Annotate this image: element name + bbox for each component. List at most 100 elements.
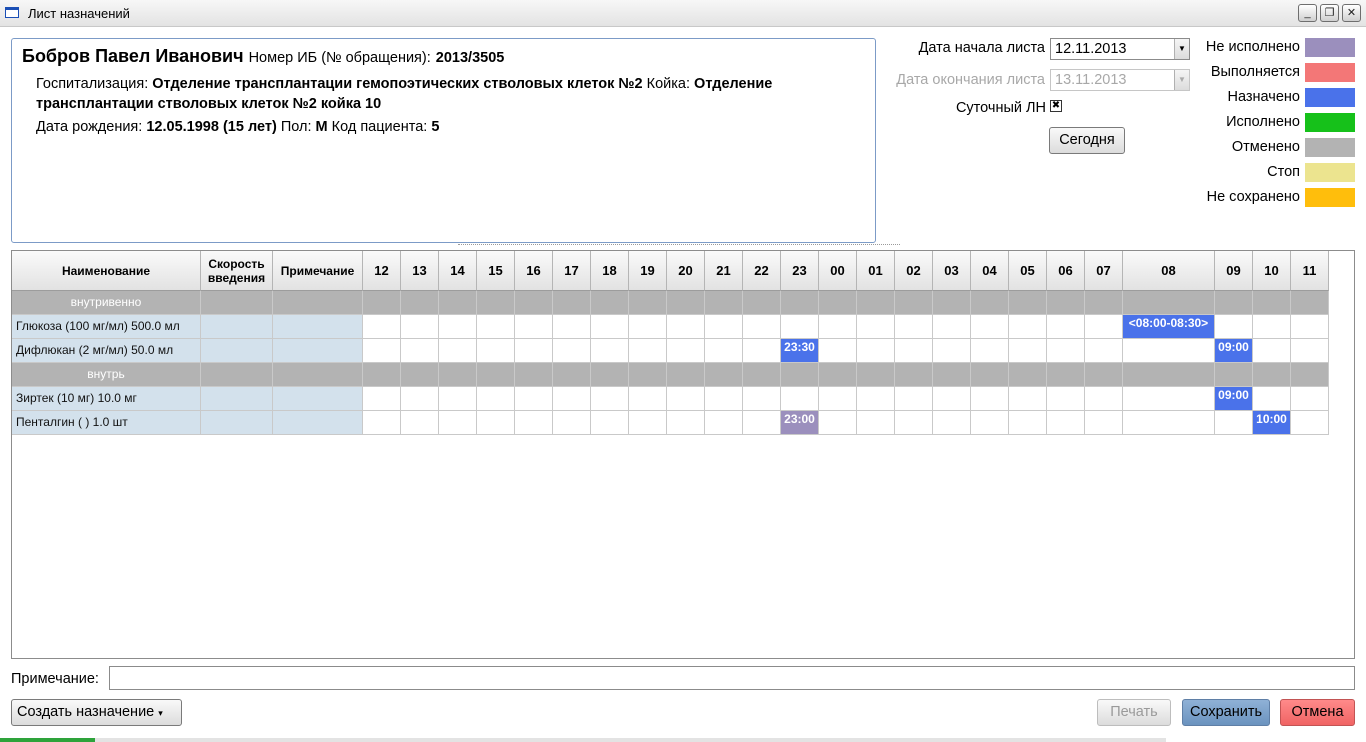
table-row-name[interactable]: Дифлюкан (2 мг/мл) 50.0 мл [12, 339, 201, 363]
speed-cell[interactable] [201, 315, 273, 339]
hour-cell[interactable] [477, 387, 515, 411]
hour-cell[interactable] [667, 339, 705, 363]
hour-cell[interactable] [933, 339, 971, 363]
schedule-event[interactable]: 10:00 [1253, 411, 1290, 434]
hour-cell[interactable] [857, 411, 895, 435]
hour-cell[interactable] [1009, 411, 1047, 435]
cancel-button[interactable]: Отмена [1280, 699, 1355, 726]
hour-cell[interactable] [439, 339, 477, 363]
close-button[interactable]: ✕ [1342, 4, 1361, 22]
column-header[interactable]: 02 [895, 251, 933, 291]
hour-cell[interactable] [1085, 411, 1123, 435]
hour-cell[interactable] [895, 315, 933, 339]
hour-cell[interactable] [1009, 387, 1047, 411]
hour-cell[interactable] [591, 387, 629, 411]
column-header[interactable]: Скорость введения [201, 251, 273, 291]
note-cell[interactable] [273, 411, 363, 435]
hour-cell[interactable] [1253, 387, 1291, 411]
hour-cell[interactable] [1085, 387, 1123, 411]
hour-cell[interactable] [971, 387, 1009, 411]
save-button[interactable]: Сохранить [1182, 699, 1270, 726]
hour-cell[interactable] [553, 339, 591, 363]
column-header[interactable]: Примечание [273, 251, 363, 291]
hour-cell[interactable] [743, 315, 781, 339]
hour-cell[interactable] [743, 339, 781, 363]
hour-cell[interactable] [591, 339, 629, 363]
hour-cell[interactable] [1291, 315, 1329, 339]
note-cell[interactable] [273, 339, 363, 363]
hour-cell[interactable] [553, 387, 591, 411]
column-header[interactable]: 19 [629, 251, 667, 291]
hour-cell[interactable] [439, 315, 477, 339]
restore-button[interactable]: ❐ [1320, 4, 1339, 22]
hour-cell[interactable] [857, 339, 895, 363]
schedule-event[interactable]: 09:00 [1215, 339, 1252, 362]
column-header[interactable]: 09 [1215, 251, 1253, 291]
hour-cell[interactable] [1085, 315, 1123, 339]
hour-cell[interactable] [857, 315, 895, 339]
column-header[interactable]: 15 [477, 251, 515, 291]
hour-cell[interactable] [705, 387, 743, 411]
hour-cell[interactable] [857, 387, 895, 411]
splitter-handle[interactable] [458, 244, 900, 247]
hour-cell[interactable] [971, 315, 1009, 339]
column-header[interactable]: 16 [515, 251, 553, 291]
column-header[interactable]: 22 [743, 251, 781, 291]
speed-cell[interactable] [201, 387, 273, 411]
column-header[interactable]: 17 [553, 251, 591, 291]
hour-cell[interactable] [401, 387, 439, 411]
hour-cell[interactable] [363, 315, 401, 339]
column-header[interactable]: 05 [1009, 251, 1047, 291]
hour-cell[interactable] [1047, 411, 1085, 435]
hour-cell[interactable] [477, 315, 515, 339]
table-row-name[interactable]: Зиртек (10 мг) 10.0 мг [12, 387, 201, 411]
hour-cell[interactable] [363, 387, 401, 411]
hour-cell[interactable] [1047, 339, 1085, 363]
hour-cell[interactable] [1215, 411, 1253, 435]
table-row-name[interactable]: Пенталгин ( ) 1.0 шт [12, 411, 201, 435]
column-header[interactable]: 10 [1253, 251, 1291, 291]
hour-cell[interactable] [895, 411, 933, 435]
hour-cell[interactable] [1215, 315, 1253, 339]
schedule-event[interactable]: 23:00 [781, 411, 818, 434]
column-header[interactable]: 12 [363, 251, 401, 291]
hour-cell[interactable] [819, 411, 857, 435]
hour-cell[interactable] [1047, 387, 1085, 411]
speed-cell[interactable] [201, 339, 273, 363]
hour-cell[interactable] [705, 315, 743, 339]
hour-cell[interactable] [553, 315, 591, 339]
today-button[interactable]: Сегодня [1049, 127, 1125, 154]
note-input[interactable] [109, 666, 1355, 690]
hour-cell[interactable] [1047, 315, 1085, 339]
hour-cell[interactable] [1253, 315, 1291, 339]
hour-cell[interactable] [819, 315, 857, 339]
hour-cell[interactable] [591, 411, 629, 435]
column-header[interactable]: 20 [667, 251, 705, 291]
hour-cell[interactable] [1291, 339, 1329, 363]
hour-cell[interactable] [401, 315, 439, 339]
hour-cell[interactable] [1253, 339, 1291, 363]
hour-cell[interactable] [591, 315, 629, 339]
hour-cell[interactable] [401, 411, 439, 435]
schedule-event[interactable]: 23:30 [781, 339, 818, 362]
hour-cell[interactable] [743, 387, 781, 411]
note-cell[interactable] [273, 387, 363, 411]
column-header[interactable]: 06 [1047, 251, 1085, 291]
hour-cell[interactable] [819, 387, 857, 411]
hour-cell[interactable] [971, 339, 1009, 363]
hour-cell[interactable] [515, 387, 553, 411]
hour-cell[interactable] [895, 339, 933, 363]
note-cell[interactable] [273, 315, 363, 339]
hour-cell[interactable] [933, 387, 971, 411]
hour-cell[interactable] [515, 411, 553, 435]
hour-cell[interactable] [933, 411, 971, 435]
hour-cell[interactable] [705, 339, 743, 363]
hour-cell[interactable] [401, 339, 439, 363]
speed-cell[interactable] [201, 411, 273, 435]
hour-cell[interactable] [971, 411, 1009, 435]
hour-cell[interactable] [477, 339, 515, 363]
hour-cell[interactable] [1123, 411, 1215, 435]
hour-cell[interactable] [781, 387, 819, 411]
column-header[interactable]: 21 [705, 251, 743, 291]
minimize-button[interactable]: _ [1298, 4, 1317, 22]
